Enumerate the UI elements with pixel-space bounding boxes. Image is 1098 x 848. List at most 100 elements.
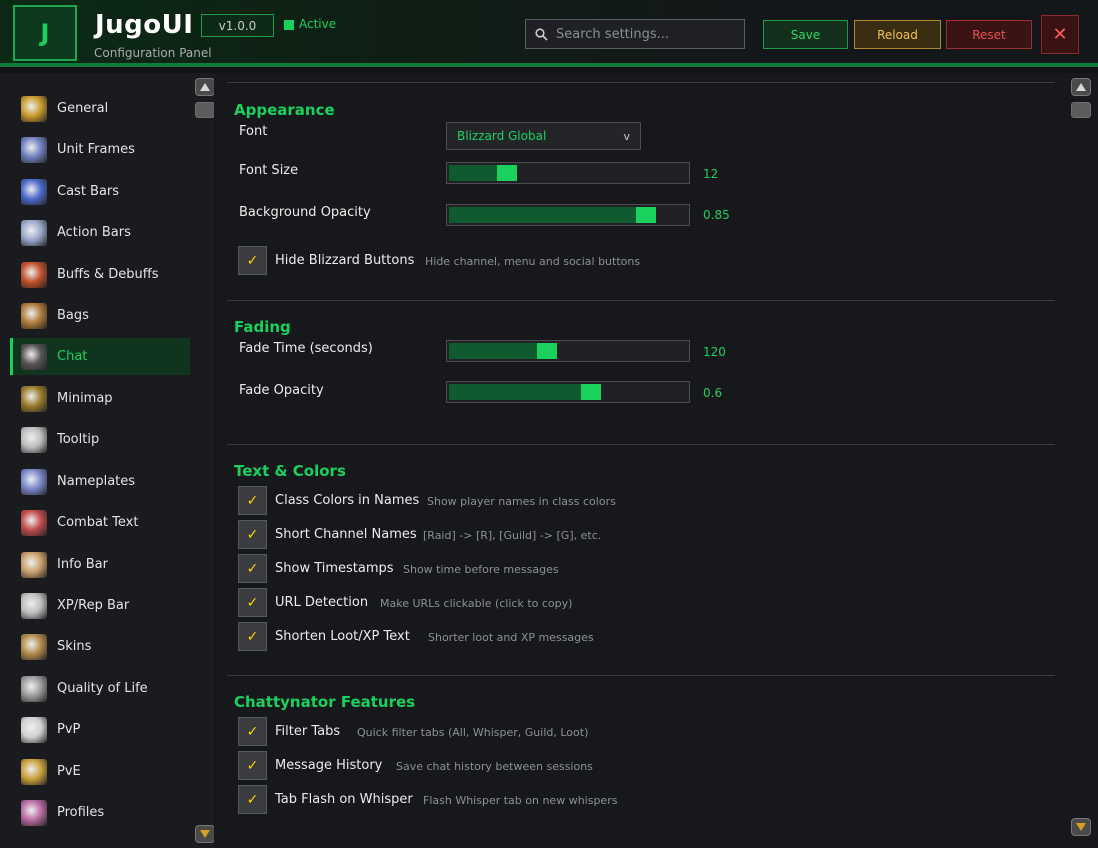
- fade-opacity-label: Fade Opacity: [239, 383, 324, 398]
- action-bars-icon: [21, 219, 47, 246]
- tab-flash-on-whisper-label: Tab Flash on Whisper: [275, 792, 413, 807]
- sidebar-item-action-bars[interactable]: Action Bars: [10, 214, 190, 251]
- show-timestamps-checkbox[interactable]: ✓: [238, 554, 267, 583]
- sidebar-item-pvp[interactable]: PvP: [10, 711, 190, 748]
- status-text: Active: [299, 17, 337, 31]
- url-detection-label: URL Detection: [275, 595, 369, 610]
- short-channel-names-description: [Raid] -> [R], [Guild] -> [G], etc.: [423, 529, 602, 542]
- slider-handle[interactable]: [636, 207, 656, 223]
- filter-tabs-description: Quick filter tabs (All, Whisper, Guild, …: [357, 726, 589, 739]
- sidebar-item-pve[interactable]: PvE: [10, 753, 190, 790]
- version-badge: v1.0.0: [201, 14, 274, 37]
- sidebar-item-minimap[interactable]: Minimap: [10, 380, 190, 417]
- tab-flash-on-whisper-description: Flash Whisper tab on new whispers: [423, 794, 618, 807]
- sidebar-item-label: General: [57, 101, 109, 116]
- fade-time-slider[interactable]: [446, 340, 690, 362]
- background-opacity-slider[interactable]: [446, 204, 690, 226]
- font-label: Font: [239, 124, 268, 139]
- save-button[interactable]: Save: [763, 20, 848, 49]
- slider-handle[interactable]: [537, 343, 557, 359]
- fade-time-value: 120: [703, 345, 726, 359]
- check-icon: ✓: [246, 560, 259, 577]
- slider-fill: [449, 384, 581, 400]
- shorten-loot-xp-text-label: Shorten Loot/XP Text: [275, 629, 410, 644]
- filter-tabs-checkbox[interactable]: ✓: [238, 717, 267, 746]
- xp-rep-icon: [21, 592, 47, 619]
- sidebar-item-label: Minimap: [57, 391, 113, 406]
- sidebar-scroll-down-button[interactable]: [195, 825, 215, 843]
- reset-button[interactable]: Reset: [946, 20, 1032, 49]
- combat-text-icon: [21, 509, 47, 536]
- sidebar-item-label: Chat: [57, 349, 88, 364]
- url-detection-checkbox[interactable]: ✓: [238, 588, 267, 617]
- short-channel-names-label: Short Channel Names: [275, 527, 417, 542]
- sidebar-item-nameplates[interactable]: Nameplates: [10, 463, 190, 500]
- message-history-checkbox[interactable]: ✓: [238, 751, 267, 780]
- app-title: JugoUI: [95, 10, 194, 40]
- slider-handle[interactable]: [581, 384, 601, 400]
- sidebar-item-skins[interactable]: Skins: [10, 628, 190, 665]
- sidebar-scroll-thumb[interactable]: [195, 102, 215, 118]
- tab-flash-on-whisper-checkbox[interactable]: ✓: [238, 785, 267, 814]
- search-box[interactable]: [525, 19, 745, 49]
- class-colors-in-names-label: Class Colors in Names: [275, 493, 420, 508]
- chevron-down-icon: v: [623, 129, 630, 143]
- slider-handle[interactable]: [497, 165, 517, 181]
- status-indicator: [284, 20, 294, 30]
- class-colors-in-names-checkbox[interactable]: ✓: [238, 486, 267, 515]
- sidebar-item-tooltip[interactable]: Tooltip: [10, 421, 190, 458]
- bag-icon: [21, 302, 47, 329]
- background-opacity-label: Background Opacity: [239, 205, 371, 220]
- sidebar-item-label: Skins: [57, 639, 92, 654]
- close-button[interactable]: ✕: [1041, 15, 1079, 54]
- sidebar-item-buffs-debuffs[interactable]: Buffs & Debuffs: [10, 256, 190, 293]
- hide-blizzard-buttons-label: Hide Blizzard Buttons: [275, 253, 415, 268]
- sidebar-item-label: PvP: [57, 722, 81, 737]
- hide-blizzard-buttons-description: Hide channel, menu and social buttons: [425, 255, 641, 268]
- sidebar-item-chat[interactable]: Chat: [10, 338, 190, 375]
- sidebar-item-info-bar[interactable]: Info Bar: [10, 546, 190, 583]
- main-scroll-up-button[interactable]: [1071, 78, 1091, 96]
- sidebar-item-xp-rep-bar[interactable]: XP/Rep Bar: [10, 587, 190, 624]
- shorten-loot-xp-text-checkbox[interactable]: ✓: [238, 622, 267, 651]
- info-bar-icon: [21, 551, 47, 578]
- check-icon: ✓: [246, 594, 259, 611]
- hide-blizzard-buttons-checkbox[interactable]: ✓: [238, 246, 267, 275]
- shorten-loot-xp-text-description: Shorter loot and XP messages: [428, 631, 594, 644]
- gear-gold-icon: [21, 95, 47, 122]
- app-logo: J: [13, 5, 77, 61]
- sidebar-item-label: Unit Frames: [57, 142, 135, 157]
- sidebar-item-label: Nameplates: [57, 474, 136, 489]
- main-scroll-down-button[interactable]: [1071, 818, 1091, 836]
- chat-icon: [21, 343, 47, 370]
- sidebar-item-label: Bags: [57, 308, 89, 323]
- class-colors-in-names-description: Show player names in class colors: [427, 495, 616, 508]
- font-size-slider[interactable]: [446, 162, 690, 184]
- sidebar-item-general[interactable]: General: [10, 90, 190, 127]
- section-title-appearance: Appearance: [234, 101, 335, 119]
- qol-icon: [21, 675, 47, 702]
- main-scroll-thumb[interactable]: [1071, 102, 1091, 118]
- short-channel-names-checkbox[interactable]: ✓: [238, 520, 267, 549]
- arrow-up-icon: [200, 83, 210, 91]
- sidebar-scroll-up-button[interactable]: [195, 78, 215, 96]
- sidebar-item-label: Cast Bars: [57, 184, 120, 199]
- sidebar-item-label: Info Bar: [57, 557, 108, 572]
- check-icon: ✓: [246, 252, 259, 269]
- sidebar-item-label: Tooltip: [57, 432, 100, 447]
- fade-opacity-slider[interactable]: [446, 381, 690, 403]
- sidebar-item-unit-frames[interactable]: Unit Frames: [10, 131, 190, 168]
- search-input[interactable]: [556, 26, 736, 42]
- font-dropdown-value: Blizzard Global: [457, 129, 547, 143]
- sidebar-item-bags[interactable]: Bags: [10, 297, 190, 334]
- sidebar-item-quality-of-life[interactable]: Quality of Life: [10, 670, 190, 707]
- buffs-icon: [21, 261, 47, 288]
- reload-button[interactable]: Reload: [854, 20, 941, 49]
- check-icon: ✓: [246, 791, 259, 808]
- sidebar-item-cast-bars[interactable]: Cast Bars: [10, 173, 190, 210]
- sidebar-item-combat-text[interactable]: Combat Text: [10, 504, 190, 541]
- font-dropdown[interactable]: Blizzard Global v: [446, 122, 641, 150]
- filter-tabs-label: Filter Tabs: [275, 724, 341, 739]
- logo-letter: J: [40, 19, 50, 47]
- sidebar-item-profiles[interactable]: Profiles: [10, 794, 190, 831]
